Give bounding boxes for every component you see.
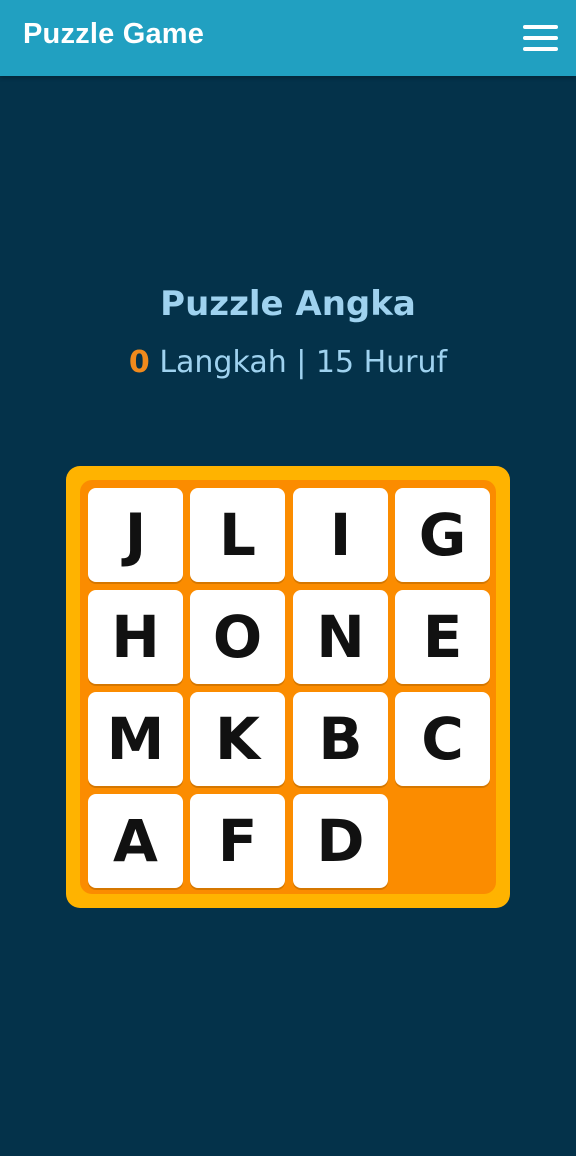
game-title: Puzzle Angka [160,284,416,324]
puzzle-grid: J L I G H O N E M K B C A F D [80,480,496,894]
stats-text: Langkah | 15 Huruf [149,345,448,380]
app-bar: Puzzle Game [0,0,576,76]
puzzle-tile[interactable]: L [190,488,285,582]
puzzle-tile[interactable]: M [88,692,183,786]
puzzle-tile[interactable]: C [395,692,490,786]
menu-line [523,47,558,51]
puzzle-board: J L I G H O N E M K B C A F D [66,466,510,908]
menu-line [523,36,558,40]
puzzle-tile[interactable]: E [395,590,490,684]
app-title: Puzzle Game [23,18,205,50]
puzzle-tile[interactable]: F [190,794,285,888]
puzzle-tile[interactable]: J [88,488,183,582]
puzzle-tile[interactable]: A [88,794,183,888]
menu-line [523,25,558,29]
puzzle-tile[interactable]: O [190,590,285,684]
game-stats: 0 Langkah | 15 Huruf [0,345,576,380]
puzzle-tile[interactable]: H [88,590,183,684]
puzzle-tile[interactable]: G [395,488,490,582]
puzzle-tile[interactable]: B [293,692,388,786]
puzzle-tile[interactable]: N [293,590,388,684]
hamburger-menu-icon[interactable] [518,18,562,58]
puzzle-tile[interactable]: I [293,488,388,582]
puzzle-tile[interactable]: K [190,692,285,786]
move-count: 0 [128,345,150,380]
puzzle-tile[interactable]: D [293,794,388,888]
